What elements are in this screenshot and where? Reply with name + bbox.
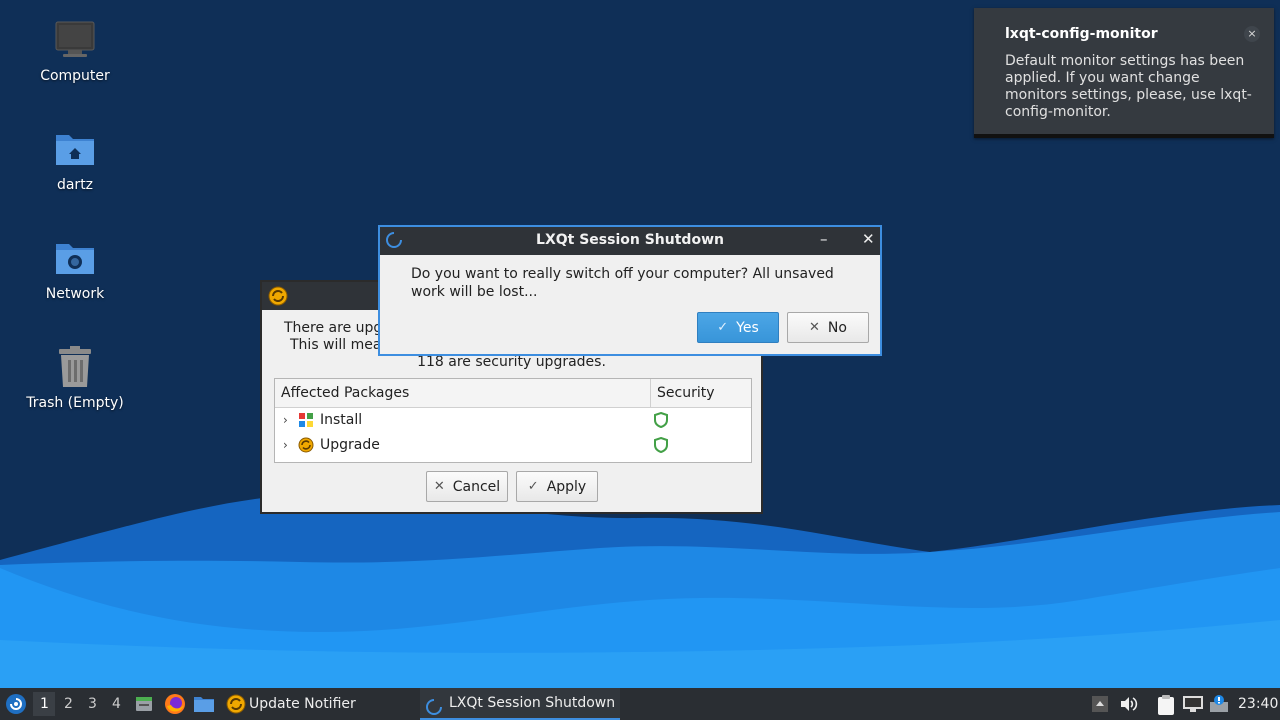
workspace-4[interactable]: 4 (112, 696, 121, 712)
no-button[interactable]: ✕ No (787, 312, 869, 343)
check-icon: ✓ (527, 479, 539, 494)
task-label: LXQt Session Shutdown (449, 695, 616, 711)
security-shield-icon (654, 436, 668, 462)
computer-icon (53, 18, 97, 62)
check-icon: ✓ (717, 320, 729, 335)
file-manager-icon[interactable] (193, 694, 215, 718)
minimize-button[interactable]: – (820, 230, 828, 248)
notification-body: Default monitor settings has been applie… (1005, 53, 1252, 120)
notification-popup[interactable]: lxqt-config-monitor × Default monitor se… (974, 8, 1274, 138)
task-session-shutdown[interactable]: LXQt Session Shutdown (420, 688, 620, 720)
workspace-3[interactable]: 3 (88, 696, 97, 712)
shutdown-question: Do you want to really switch off your co… (411, 266, 834, 300)
start-menu-icon[interactable] (5, 693, 27, 719)
no-button-label: No (827, 319, 847, 336)
yes-button-label: Yes (736, 319, 759, 336)
upgrade-package-icon (298, 437, 314, 453)
apply-button[interactable]: ✓ Apply (516, 471, 598, 502)
desktop-icon-computer[interactable]: Computer (15, 18, 135, 84)
close-button[interactable]: ✕ (862, 230, 875, 248)
desktop-icon-label: Computer (40, 68, 110, 84)
desktop-icon-home-folder[interactable]: dartz (15, 127, 135, 193)
update-message-line3: 118 are security upgrades. (417, 354, 606, 370)
update-notifier-icon (226, 694, 246, 720)
desktop-icon-label: Network (45, 286, 105, 302)
install-package-icon (298, 412, 314, 428)
desktop: Computer dartz Network Trash (Empty) lxq… (0, 0, 1280, 688)
clipboard-icon[interactable] (1155, 694, 1177, 720)
notification-title: lxqt-config-monitor (1005, 26, 1158, 42)
network-monitor-icon[interactable] (1182, 694, 1204, 718)
trash-icon (53, 345, 97, 389)
table-row[interactable]: › Install (275, 408, 751, 433)
taskbar: 1 2 3 4 Update Notifier LXQt Session Shu… (0, 688, 1280, 720)
update-message-line2: This will mea (290, 337, 382, 353)
show-desktop-icon[interactable] (134, 694, 154, 718)
update-available-icon[interactable] (1208, 694, 1230, 720)
package-name: Install (320, 412, 363, 428)
desktop-icon-label: Trash (Empty) (26, 395, 124, 411)
column-header-packages[interactable]: Affected Packages (275, 379, 651, 408)
dialog-title: LXQt Session Shutdown (536, 232, 724, 248)
clock[interactable]: 23:40 (1238, 696, 1278, 712)
task-label: Update Notifier (249, 696, 356, 712)
update-message-line1: There are upg (284, 320, 383, 336)
cancel-button-label: Cancel (452, 478, 501, 495)
home-folder-icon (53, 127, 97, 171)
table-row[interactable]: › Upgrade (275, 433, 751, 458)
firefox-icon[interactable] (164, 693, 186, 719)
column-header-security[interactable]: Security (651, 379, 751, 408)
cancel-icon: ✕ (433, 479, 445, 494)
expand-arrow-icon[interactable]: › (283, 408, 288, 433)
expand-arrow-icon[interactable]: › (283, 433, 288, 458)
workspace-2[interactable]: 2 (64, 696, 73, 712)
update-notifier-icon (268, 286, 288, 310)
affected-packages-table[interactable]: Affected Packages Security › Install › U… (274, 378, 752, 463)
task-update-notifier[interactable]: Update Notifier (222, 688, 412, 720)
close-icon: ✕ (809, 320, 820, 335)
lxqt-icon (426, 695, 442, 720)
notification-close-button[interactable]: × (1244, 26, 1260, 42)
desktop-icon-label: dartz (56, 177, 94, 193)
workspace-1[interactable]: 1 (40, 696, 49, 712)
network-folder-icon (53, 236, 97, 280)
apply-button-label: Apply (546, 478, 587, 495)
tray-expander-icon[interactable] (1091, 694, 1109, 718)
package-name: Upgrade (320, 437, 380, 453)
yes-button[interactable]: ✓ Yes (697, 312, 779, 343)
cancel-button[interactable]: ✕ Cancel (426, 471, 508, 502)
desktop-icon-trash[interactable]: Trash (Empty) (15, 345, 135, 411)
desktop-icon-network[interactable]: Network (15, 236, 135, 302)
volume-icon[interactable] (1118, 694, 1138, 718)
session-shutdown-dialog: LXQt Session Shutdown – ✕ Do you want to… (378, 225, 882, 356)
shutdown-dialog-titlebar[interactable]: LXQt Session Shutdown – ✕ (380, 227, 880, 255)
